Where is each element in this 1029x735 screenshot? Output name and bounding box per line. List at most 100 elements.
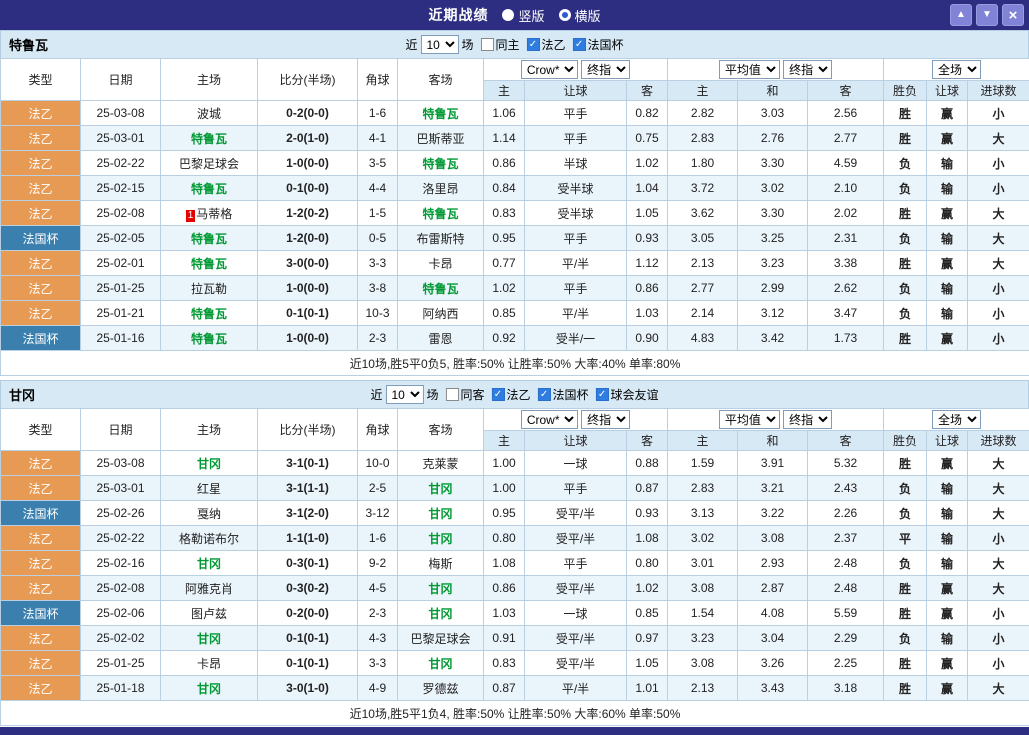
col-type: 类型 bbox=[1, 409, 81, 451]
radio-selected-icon[interactable] bbox=[559, 9, 571, 21]
cell-handicap-result: 输 bbox=[927, 626, 968, 651]
cell-eu-home-odds: 2.77 bbox=[668, 276, 738, 301]
cell-eu-home-odds: 4.83 bbox=[668, 326, 738, 351]
cell-home-team: 阿雅克肖 bbox=[161, 576, 258, 601]
team-title: 特鲁瓦 bbox=[1, 35, 48, 54]
cell-home-team: 特鲁瓦 bbox=[161, 251, 258, 276]
cell-away-team: 布雷斯特 bbox=[398, 226, 484, 251]
cell-goals-result: 大 bbox=[968, 576, 1029, 601]
team-name: 甘冈 bbox=[428, 482, 452, 496]
team-name: 拉瓦勒 bbox=[191, 282, 227, 296]
cell-ah-home-odds: 1.02 bbox=[484, 276, 525, 301]
filter-label: 法乙 bbox=[507, 386, 531, 403]
team-name: 梅斯 bbox=[428, 557, 452, 571]
filter-checkbox-法国杯[interactable]: ✓法国杯 bbox=[573, 36, 624, 53]
checkbox-checked-icon[interactable]: ✓ bbox=[596, 388, 609, 401]
scroll-up-button[interactable]: ▲ bbox=[950, 4, 972, 26]
cell-corners: 0-5 bbox=[358, 226, 398, 251]
cell-eu-home-odds: 2.83 bbox=[668, 476, 738, 501]
odds-stage-select[interactable]: 终指 bbox=[581, 60, 630, 79]
odds-source-select[interactable]: Crow* bbox=[521, 60, 578, 79]
checkbox-unchecked-icon[interactable] bbox=[445, 388, 458, 401]
cell-eu-away-odds: 2.26 bbox=[808, 501, 884, 526]
odds-source-select[interactable]: Crow* bbox=[521, 410, 578, 429]
team-name: 阿纳西 bbox=[422, 307, 458, 321]
europe-stage-select[interactable]: 终指 bbox=[783, 410, 832, 429]
cell-eu-draw-odds: 3.26 bbox=[738, 651, 808, 676]
scroll-down-button[interactable]: ▼ bbox=[976, 4, 998, 26]
checkbox-checked-icon[interactable]: ✓ bbox=[538, 388, 551, 401]
europe-stage-select[interactable]: 终指 bbox=[783, 60, 832, 79]
match-row: 法国杯25-01-16特鲁瓦1-0(0-0)2-3雷恩0.92受半/一0.904… bbox=[1, 326, 1029, 351]
cell-result: 胜 bbox=[884, 251, 927, 276]
cell-eu-away-odds: 3.47 bbox=[808, 301, 884, 326]
cell-league: 法乙 bbox=[1, 251, 81, 276]
europe-source-select[interactable]: 平均值 bbox=[719, 410, 780, 429]
cell-home-team: 红星 bbox=[161, 476, 258, 501]
cell-ah-away-odds: 1.02 bbox=[627, 576, 668, 601]
cell-goals-result: 小 bbox=[968, 176, 1029, 201]
cell-league: 法乙 bbox=[1, 476, 81, 501]
europe-source-select[interactable]: 平均值 bbox=[719, 60, 780, 79]
cell-date: 25-02-16 bbox=[81, 551, 161, 576]
checkbox-checked-icon[interactable]: ✓ bbox=[492, 388, 505, 401]
cell-eu-home-odds: 2.83 bbox=[668, 126, 738, 151]
filter-checkbox-球会友谊[interactable]: ✓球会友谊 bbox=[596, 386, 659, 403]
layout-horizontal-radio[interactable]: 横版 bbox=[559, 6, 601, 25]
match-row: 法乙25-02-08阿雅克肖0-3(0-2)4-5甘冈0.86受平/半1.023… bbox=[1, 576, 1029, 601]
cell-away-team: 甘冈 bbox=[398, 651, 484, 676]
cell-away-team: 甘冈 bbox=[398, 501, 484, 526]
section-team-troyes: 特鲁瓦 近 10 场 同主✓法乙✓法国杯 类型 日期 主场 比分(半场) bbox=[0, 30, 1029, 376]
checkbox-checked-icon[interactable]: ✓ bbox=[527, 38, 540, 51]
cell-ah-away-odds: 0.97 bbox=[627, 626, 668, 651]
scope-select[interactable]: 全场 bbox=[932, 60, 981, 79]
filter-checkbox-法乙[interactable]: ✓法乙 bbox=[492, 386, 531, 403]
cell-ah-away-odds: 1.05 bbox=[627, 651, 668, 676]
filters-bar: 近 10 场 同客✓法乙✓法国杯✓球会友谊 bbox=[370, 385, 658, 404]
scope-header: 全场 bbox=[884, 59, 1029, 81]
filter-checkbox-同客[interactable]: 同客 bbox=[445, 386, 484, 403]
recent-results-window: 近期战绩 竖版 横版 ▲ ▼ × 特鲁瓦 近 10 场 同主✓法乙✓法国杯 bbox=[0, 0, 1029, 735]
cell-eu-home-odds: 3.62 bbox=[668, 201, 738, 226]
cell-eu-draw-odds: 3.91 bbox=[738, 451, 808, 476]
cell-result: 负 bbox=[884, 476, 927, 501]
match-row: 法乙25-02-081马蒂格1-2(0-2)1-5特鲁瓦0.83受半球1.053… bbox=[1, 201, 1029, 226]
checkbox-checked-icon[interactable]: ✓ bbox=[573, 38, 586, 51]
close-icon[interactable]: × bbox=[1002, 4, 1024, 26]
cell-eu-home-odds: 3.72 bbox=[668, 176, 738, 201]
cell-home-team: 图卢兹 bbox=[161, 601, 258, 626]
cell-ah-home-odds: 1.08 bbox=[484, 551, 525, 576]
col-away: 客场 bbox=[398, 59, 484, 101]
filter-checkbox-同主[interactable]: 同主 bbox=[480, 36, 519, 53]
match-row: 法乙25-02-02甘冈0-1(0-1)4-3巴黎足球会0.91受平/半0.97… bbox=[1, 626, 1029, 651]
cell-league: 法乙 bbox=[1, 626, 81, 651]
match-count-select[interactable]: 10 bbox=[420, 35, 458, 54]
filter-checkbox-法乙[interactable]: ✓法乙 bbox=[527, 36, 566, 53]
cell-away-team: 甘冈 bbox=[398, 576, 484, 601]
filter-label: 法国杯 bbox=[553, 386, 589, 403]
checkbox-unchecked-icon[interactable] bbox=[480, 38, 493, 51]
col-goals: 进球数 bbox=[968, 81, 1029, 101]
cell-league: 法乙 bbox=[1, 526, 81, 551]
cell-handicap-result: 输 bbox=[927, 151, 968, 176]
scope-select[interactable]: 全场 bbox=[932, 410, 981, 429]
cell-eu-draw-odds: 2.76 bbox=[738, 126, 808, 151]
team-name: 特鲁瓦 bbox=[191, 182, 227, 196]
team-name: 巴斯蒂亚 bbox=[416, 132, 464, 146]
match-count-select[interactable]: 10 bbox=[385, 385, 423, 404]
cell-result: 负 bbox=[884, 626, 927, 651]
cell-eu-draw-odds: 3.23 bbox=[738, 251, 808, 276]
cell-eu-away-odds: 2.25 bbox=[808, 651, 884, 676]
layout-vertical-radio[interactable]: 竖版 bbox=[502, 6, 544, 25]
cell-league: 法乙 bbox=[1, 126, 81, 151]
radio-unselected-icon[interactable] bbox=[502, 9, 514, 21]
team-name: 特鲁瓦 bbox=[191, 132, 227, 146]
filter-checkbox-法国杯[interactable]: ✓法国杯 bbox=[538, 386, 589, 403]
odds-stage-select[interactable]: 终指 bbox=[581, 410, 630, 429]
cell-ah-home-odds: 1.14 bbox=[484, 126, 525, 151]
cell-goals-result: 大 bbox=[968, 501, 1029, 526]
cell-ah-away-odds: 1.12 bbox=[627, 251, 668, 276]
cell-away-team: 克莱蒙 bbox=[398, 451, 484, 476]
team-name: 罗德兹 bbox=[422, 682, 458, 696]
cell-home-team: 拉瓦勒 bbox=[161, 276, 258, 301]
